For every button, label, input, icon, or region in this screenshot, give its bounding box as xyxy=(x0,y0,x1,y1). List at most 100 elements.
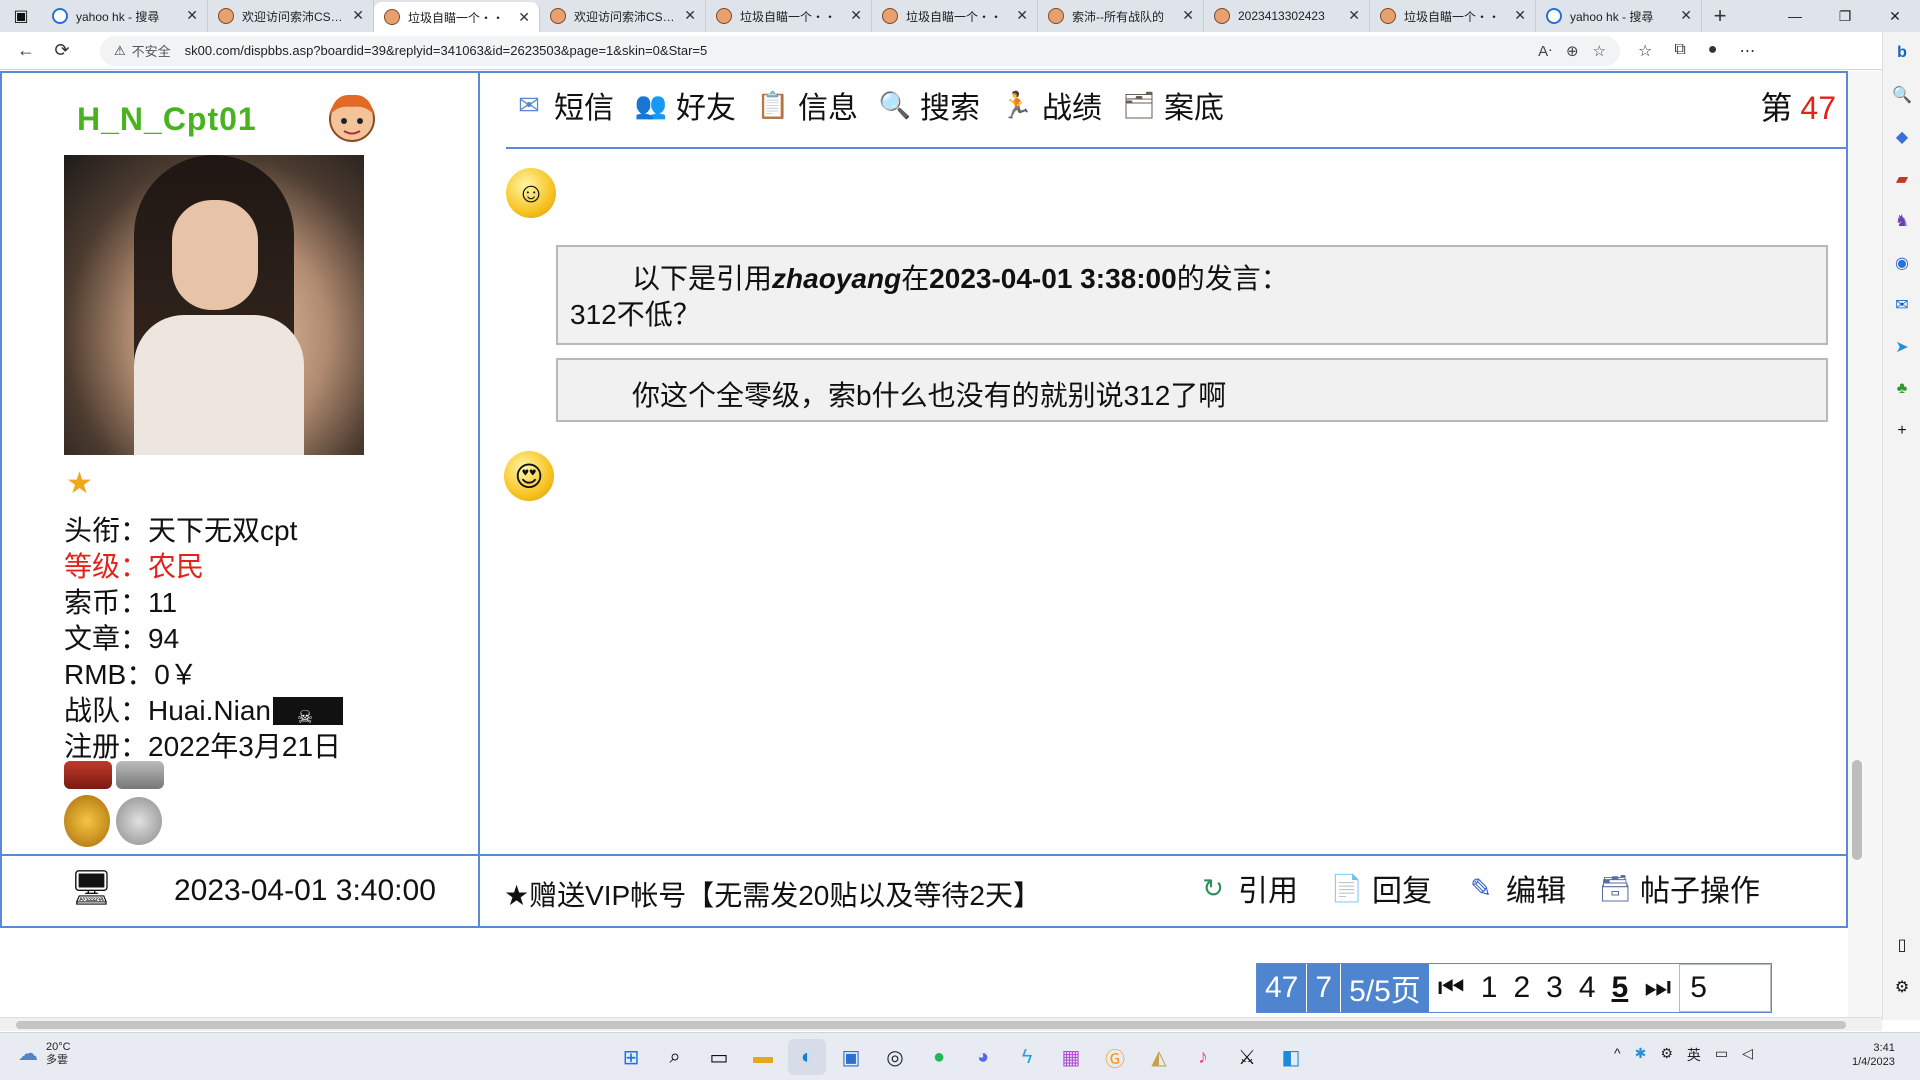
system-clock[interactable]: 3:41 1/4/2023 xyxy=(1852,1041,1895,1069)
first-page-icon[interactable]: ⏮ xyxy=(1429,964,1473,1012)
minimize-button[interactable]: — xyxy=(1770,8,1820,25)
sidebar-office-icon[interactable]: ◉ xyxy=(1883,242,1920,284)
file-explorer-icon[interactable]: ▬ xyxy=(744,1039,782,1075)
close-tab-icon[interactable]: ✕ xyxy=(1514,7,1526,24)
tray-chevron-icon[interactable]: ^ xyxy=(1614,1045,1621,1065)
league-icon[interactable]: ◭ xyxy=(1140,1039,1178,1075)
quote-author[interactable]: zhaoyang xyxy=(772,263,901,294)
friends-icon: 👥 xyxy=(634,89,668,120)
more-menu-icon[interactable]: ⋯ xyxy=(1739,41,1755,61)
page-link[interactable]: 2 xyxy=(1505,964,1539,1012)
browser-tab[interactable]: 垃圾自瞄一个・・ ✕ xyxy=(1370,0,1536,32)
spotify-icon[interactable]: ● xyxy=(920,1039,958,1075)
browser-tab[interactable]: 欢迎访问索沛CS1.6 ✕ xyxy=(208,0,374,32)
info-value[interactable]: Huai.Nian xyxy=(148,695,271,726)
taskbar-search-icon[interactable]: ⌕ xyxy=(656,1039,694,1075)
post-action-4[interactable]: 🗃 帖子操作 xyxy=(1596,866,1760,910)
page-link[interactable]: 5 xyxy=(1603,964,1637,1012)
goto-page-input[interactable]: 5 xyxy=(1679,964,1772,1012)
post-action-1[interactable]: ↻ 引用 xyxy=(1194,866,1298,910)
browser-tab[interactable]: 垃圾自瞄一个・・ ✕ xyxy=(374,2,540,32)
close-tab-icon[interactable]: ✕ xyxy=(1182,7,1194,24)
weather-widget[interactable]: ☁ 20°C 多雲 xyxy=(18,1041,71,1067)
horizontal-scroll-thumb[interactable] xyxy=(16,1021,1846,1029)
post-action-3[interactable]: ✎ 编辑 xyxy=(1462,866,1566,910)
browser-tab[interactable]: 垃圾自瞄一个・・ ✕ xyxy=(872,0,1038,32)
vertical-scrollbar[interactable] xyxy=(1848,71,1882,1017)
page-link[interactable]: 4 xyxy=(1570,964,1604,1012)
close-tab-icon[interactable]: ✕ xyxy=(518,9,530,26)
sidebar-outlook-icon[interactable]: ✉ xyxy=(1883,284,1920,326)
back-button[interactable]: ← xyxy=(8,40,44,61)
vip-notice-link[interactable]: ★赠送VIP帐号【无需发20贴以及等待2天】 xyxy=(504,874,1041,914)
counter-strike-icon[interactable]: ⚔ xyxy=(1228,1039,1266,1075)
app-icon-g[interactable]: Ⓖ xyxy=(1096,1039,1134,1075)
sidebar-tag-icon[interactable]: ◆ xyxy=(1883,116,1920,158)
toolbar-item-3[interactable]: 📋 信息 xyxy=(754,83,858,127)
url-field[interactable]: ⚠ 不安全 sk00.com/dispbbs.asp?boardid=39&re… xyxy=(100,35,1620,66)
close-window-button[interactable]: ✕ xyxy=(1870,8,1920,25)
toolbar-item-1[interactable]: ✉ 短信 xyxy=(510,83,614,127)
username[interactable]: H_N_Cpt01 xyxy=(77,101,257,138)
tray-app-icon[interactable]: ✱ xyxy=(1635,1045,1647,1065)
sidebar-tools-icon[interactable]: ▰ xyxy=(1883,158,1920,200)
start-icon[interactable]: ⊞ xyxy=(612,1039,650,1075)
task-view-icon[interactable]: ▭ xyxy=(700,1039,738,1075)
sidebar-search-icon[interactable]: 🔍 xyxy=(1883,74,1920,116)
refresh-button[interactable]: ⟳ xyxy=(44,40,80,61)
cloud-icon: ☁ xyxy=(18,1042,38,1065)
sidebar-settings-icon[interactable]: ⚙ xyxy=(1883,966,1920,1008)
toolbar-item-6[interactable]: 🗂 案底 xyxy=(1120,83,1224,127)
sidebar-games-icon[interactable]: ♞ xyxy=(1883,200,1920,242)
toolbar-item-4[interactable]: 🔍 搜索 xyxy=(876,83,980,127)
close-tab-icon[interactable]: ✕ xyxy=(850,7,862,24)
zoom-icon[interactable]: ⊕ xyxy=(1566,42,1579,60)
page-link[interactable]: 3 xyxy=(1538,964,1571,1012)
toolbar-item-2[interactable]: 👥 好友 xyxy=(632,83,736,127)
horizontal-scrollbar[interactable] xyxy=(0,1017,1882,1031)
discord-icon[interactable]: ◕ xyxy=(964,1039,1002,1075)
volume-icon[interactable]: ◁ xyxy=(1742,1045,1753,1065)
sidebar-send-icon[interactable]: ➤ xyxy=(1883,326,1920,368)
restore-button[interactable]: ❐ xyxy=(1820,8,1870,25)
app-icon-purple[interactable]: ▦ xyxy=(1052,1039,1090,1075)
app-icon-paint[interactable]: ◧ xyxy=(1272,1039,1310,1075)
sidebar-add-icon[interactable]: + xyxy=(1883,410,1920,452)
vertical-scroll-thumb[interactable] xyxy=(1852,760,1862,860)
post-action-2[interactable]: 📄 回复 xyxy=(1328,866,1432,910)
browser-tab[interactable]: 索沛--所有战队的 ✕ xyxy=(1038,0,1204,32)
favorite-star-icon[interactable]: ☆ xyxy=(1593,42,1606,60)
read-aloud-icon[interactable]: Aᐧ xyxy=(1538,42,1552,60)
input-method[interactable]: 英 xyxy=(1687,1045,1701,1065)
network-icon[interactable]: ▭ xyxy=(1715,1045,1728,1065)
favorites-icon[interactable]: ☆ xyxy=(1638,41,1652,61)
sidebar-tree-icon[interactable]: ♣ xyxy=(1883,368,1920,410)
close-tab-icon[interactable]: ✕ xyxy=(1016,7,1028,24)
browser-tab[interactable]: 欢迎访问索沛CS1.6 ✕ xyxy=(540,0,706,32)
store-icon[interactable]: ▣ xyxy=(832,1039,870,1075)
close-tab-icon[interactable]: ✕ xyxy=(684,7,696,24)
last-page-icon[interactable]: ⏭ xyxy=(1636,964,1680,1012)
sidebar-layout-icon[interactable]: ▯ xyxy=(1883,924,1920,966)
steam-icon[interactable]: ◎ xyxy=(876,1039,914,1075)
tray-app-icon-2[interactable]: ⚙ xyxy=(1660,1045,1673,1065)
edge-icon[interactable]: ◐ xyxy=(788,1039,826,1075)
page-link[interactable]: 1 xyxy=(1472,964,1506,1012)
close-tab-icon[interactable]: ✕ xyxy=(186,7,198,24)
close-tab-icon[interactable]: ✕ xyxy=(1348,7,1360,24)
close-tab-icon[interactable]: ✕ xyxy=(1680,7,1692,24)
itunes-icon[interactable]: ♪ xyxy=(1184,1039,1222,1075)
browser-tab[interactable]: yahoo hk - 搜尋 ✕ xyxy=(1536,0,1702,32)
bing-chat-icon[interactable]: b xyxy=(1883,32,1920,74)
app-icon-blue[interactable]: ϟ xyxy=(1008,1039,1046,1075)
browser-tab[interactable]: yahoo hk - 搜尋 ✕ xyxy=(42,0,208,32)
user-avatar[interactable] xyxy=(64,155,364,455)
tab-actions-button[interactable]: ▣ xyxy=(0,0,42,32)
profile-icon[interactable]: ● xyxy=(1708,41,1718,61)
collections-icon[interactable]: ⧉ xyxy=(1674,41,1685,61)
new-tab-button[interactable]: + xyxy=(1702,3,1738,29)
close-tab-icon[interactable]: ✕ xyxy=(352,7,364,24)
browser-tab[interactable]: 2023413302423 ✕ xyxy=(1204,0,1370,32)
toolbar-item-5[interactable]: 🏃 战绩 xyxy=(998,83,1102,127)
browser-tab[interactable]: 垃圾自瞄一个・・ ✕ xyxy=(706,0,872,32)
